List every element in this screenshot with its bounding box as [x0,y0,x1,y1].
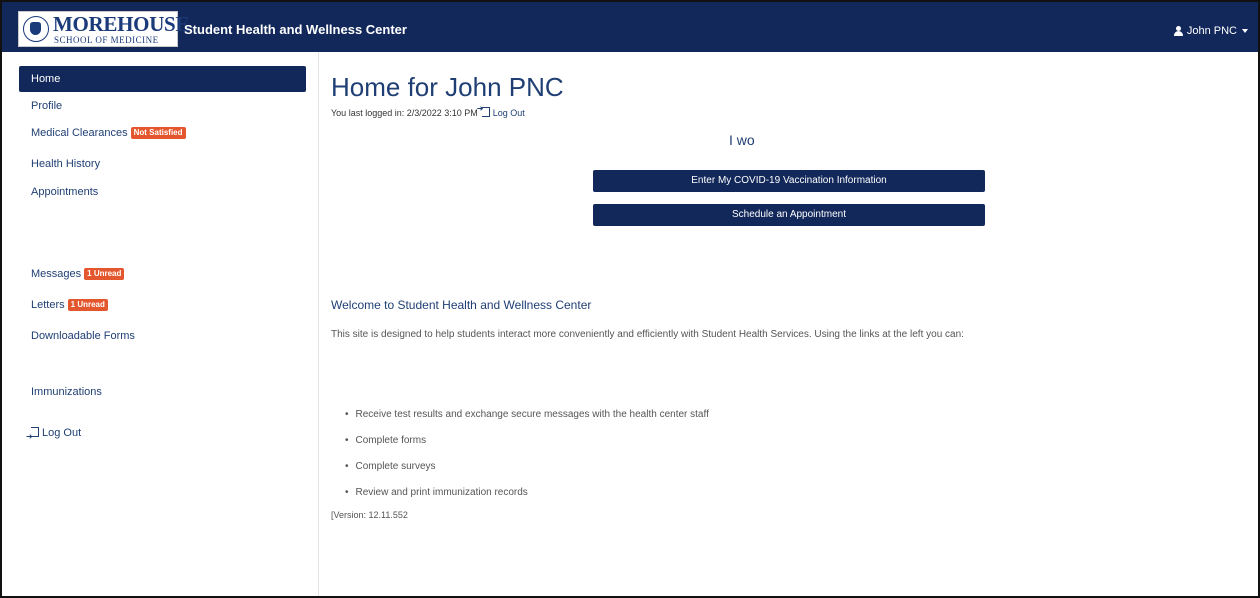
sidebar-item-label: Log Out [42,427,82,439]
log-out-icon [26,424,39,450]
welcome-description: This site is designed to help students i… [331,329,964,340]
sidebar-item-label: Health History [31,158,101,170]
sidebar-item-label: Messages [31,268,82,280]
sidebar-item-immunizations[interactable]: Immunizations [19,379,306,405]
sidebar-item-label: Appointments [31,186,99,198]
last-login-text: You last logged in: 2/3/2022 3:10 PM [331,107,478,118]
list-item: Receive test results and exchange secure… [345,402,709,428]
schedule-appointment-button[interactable]: Schedule an Appointment [593,204,985,226]
school-seal-icon [23,16,49,42]
version-label: [Version: 12.11.552 [331,510,408,520]
sidebar-item-profile[interactable]: Profile [19,93,306,119]
sidebar-item-label: Medical Clearances [31,127,128,139]
log-out-icon [477,104,490,117]
logo-wordmark: MOREHOUSE [53,12,190,36]
user-icon [1173,26,1184,36]
log-out-label: Log Out [492,108,525,118]
top-navbar: MOREHOUSE SCHOOL OF MEDICINE Student Hea… [2,2,1258,52]
list-item: Complete surveys [345,454,709,480]
sidebar-item-messages[interactable]: Messages 1 Unread [19,261,306,287]
morehouse-logo[interactable]: MOREHOUSE SCHOOL OF MEDICINE [18,11,189,47]
sidebar-item-label: Home [31,73,61,85]
sidebar-item-medical-clearances[interactable]: Medical Clearances Not Satisfied [19,120,306,146]
status-badge: Not Satisfied [130,127,186,139]
sidebar-item-label: Profile [31,100,63,112]
page-title: Home for John PNC [331,72,564,102]
unread-badge: 1 Unread [67,299,108,311]
last-login-info: You last logged in: 2/3/2022 3:10 PM Log… [331,104,525,118]
logo-subtitle: SCHOOL OF MEDICINE [54,35,159,45]
list-item: Review and print immunization records [345,480,709,506]
sidebar-item-home[interactable]: Home [19,66,306,92]
app-title[interactable]: Student Health and Wellness Center [184,22,407,38]
sidebar-item-label: Immunizations [31,386,102,398]
sidebar-item-label: Downloadable Forms [31,330,135,342]
notice-text: I wo [729,132,755,148]
sidebar-item-health-history[interactable]: Health History [19,151,306,177]
covid-vaccination-button[interactable]: Enter My COVID-19 Vaccination Informatio… [593,170,985,192]
log-out-link[interactable]: Log Out [477,104,525,118]
sidebar-item-log-out[interactable]: Log Out [19,420,306,450]
welcome-title: Welcome to Student Health and Wellness C… [331,298,592,312]
sidebar-item-appointments[interactable]: Appointments [19,179,306,205]
app-window: MOREHOUSE SCHOOL OF MEDICINE Student Hea… [0,0,1260,598]
sidebar: Home Profile Medical Clearances Not Satis… [2,52,319,596]
main-content: Home for John PNC You last logged in: 2/… [319,52,1258,596]
caret-down-icon [1242,29,1248,33]
feature-list: Receive test results and exchange secure… [345,402,709,506]
list-item: Complete forms [345,428,709,454]
sidebar-item-letters[interactable]: Letters 1 Unread [19,292,306,318]
unread-badge: 1 Unread [84,268,125,280]
user-name: John PNC [1186,25,1237,37]
sidebar-item-downloadable-forms[interactable]: Downloadable Forms [19,323,306,349]
sidebar-item-label: Letters [31,299,65,311]
user-menu[interactable]: John PNC [1173,24,1248,38]
